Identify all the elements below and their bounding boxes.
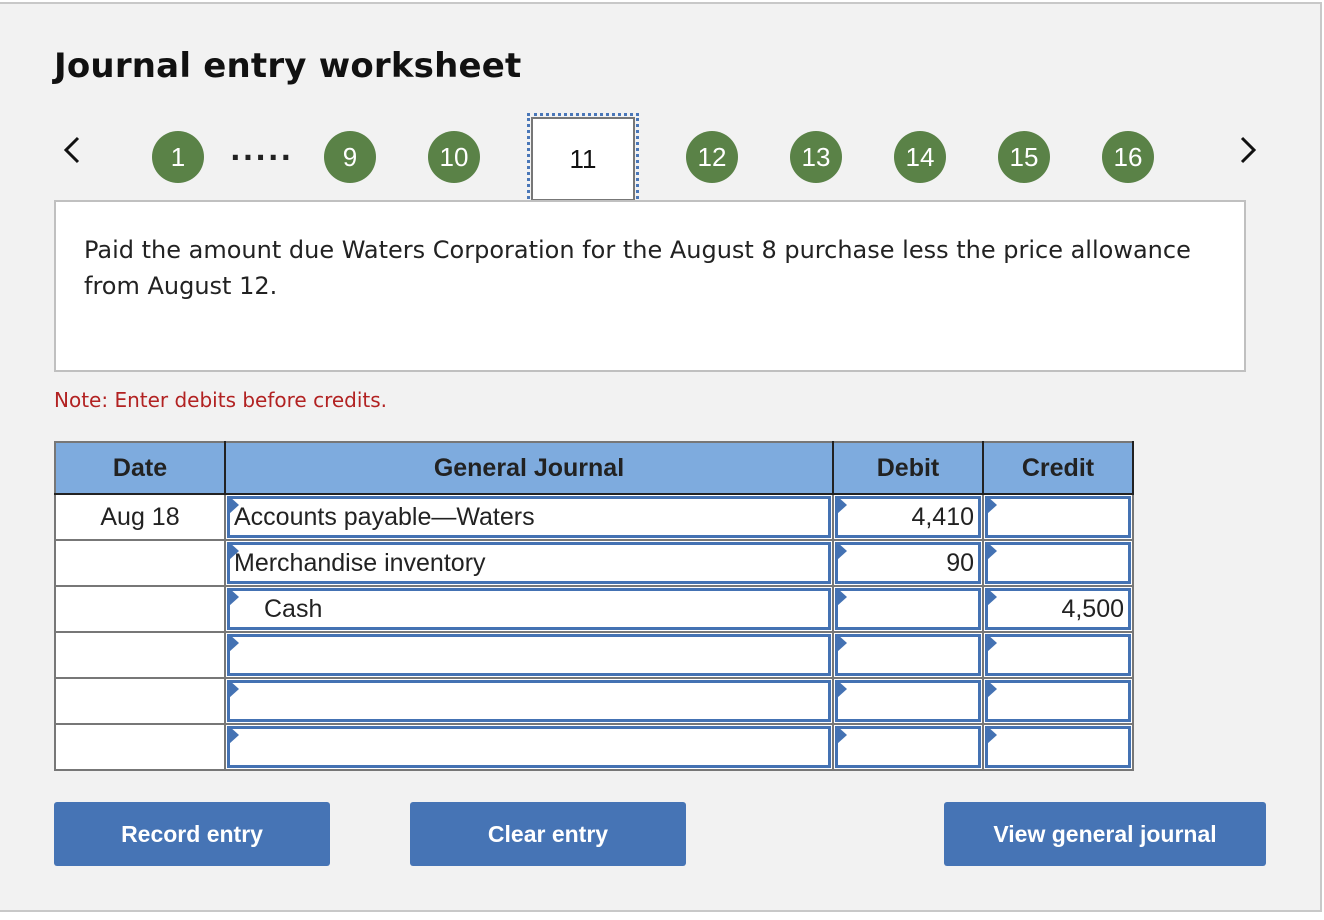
step-16[interactable]: 16 (1102, 131, 1154, 183)
dropdown-flag-icon (837, 542, 847, 560)
credit-value: 4,500 (1061, 594, 1124, 623)
step-10[interactable]: 10 (428, 131, 480, 183)
credit-input[interactable] (985, 542, 1131, 584)
dropdown-flag-icon (987, 542, 997, 560)
dropdown-flag-icon (987, 680, 997, 698)
account-input[interactable]: Accounts payable—Waters (227, 496, 831, 538)
debit-input[interactable] (835, 680, 981, 722)
instruction-note: Note: Enter debits before credits. (54, 388, 388, 412)
worksheet-panel: Journal entry worksheet 1 ..... 9 10 11 … (0, 2, 1322, 912)
debit-value: 4,410 (911, 502, 974, 531)
debit-input[interactable] (835, 588, 981, 630)
step-14[interactable]: 14 (894, 131, 946, 183)
account-input[interactable] (227, 680, 831, 722)
table-row: Merchandise inventory 90 (54, 539, 1134, 587)
date-cell (54, 723, 226, 771)
record-entry-button[interactable]: Record entry (54, 802, 330, 866)
table-row (54, 631, 1134, 679)
table-row (54, 723, 1134, 771)
table-row: Aug 18 Accounts payable—Waters 4,410 (54, 493, 1134, 541)
step-12[interactable]: 12 (686, 131, 738, 183)
step-1[interactable]: 1 (152, 131, 204, 183)
credit-input[interactable] (985, 726, 1131, 768)
step-11-current[interactable]: 11 (527, 113, 639, 205)
account-value: Cash (264, 594, 323, 623)
dropdown-flag-icon (229, 588, 239, 606)
dropdown-flag-icon (837, 496, 847, 514)
col-header-debit: Debit (832, 441, 984, 495)
next-arrow-button[interactable] (1232, 132, 1262, 168)
date-cell (54, 631, 226, 679)
col-header-credit: Credit (982, 441, 1134, 495)
account-value: Merchandise inventory (234, 548, 486, 577)
dropdown-flag-icon (837, 726, 847, 744)
journal-table: Date General Journal Debit Credit Aug 18… (54, 441, 1134, 771)
table-row (54, 677, 1134, 725)
chevron-right-icon (1240, 136, 1257, 164)
debit-value: 90 (946, 548, 974, 577)
dropdown-flag-icon (987, 496, 997, 514)
debit-input[interactable] (835, 634, 981, 676)
credit-input[interactable]: 4,500 (985, 588, 1131, 630)
clear-entry-button[interactable]: Clear entry (410, 802, 686, 866)
debit-input[interactable]: 4,410 (835, 496, 981, 538)
pager-ellipsis: ..... (230, 134, 294, 167)
dropdown-flag-icon (837, 634, 847, 652)
date-cell: Aug 18 (54, 493, 226, 541)
account-input[interactable] (227, 634, 831, 676)
debit-input[interactable] (835, 726, 981, 768)
dropdown-flag-icon (229, 726, 239, 744)
dropdown-flag-icon (837, 588, 847, 606)
debit-input[interactable]: 90 (835, 542, 981, 584)
dropdown-flag-icon (229, 496, 239, 514)
dropdown-flag-icon (229, 680, 239, 698)
dropdown-flag-icon (229, 634, 239, 652)
credit-input[interactable] (985, 680, 1131, 722)
dropdown-flag-icon (987, 634, 997, 652)
prev-arrow-button[interactable] (58, 132, 88, 168)
account-input[interactable] (227, 726, 831, 768)
step-13[interactable]: 13 (790, 131, 842, 183)
page-title: Journal entry worksheet (54, 46, 522, 86)
credit-input[interactable] (985, 496, 1131, 538)
table-header-row: Date General Journal Debit Credit (54, 441, 1134, 495)
dropdown-flag-icon (987, 726, 997, 744)
dropdown-flag-icon (229, 542, 239, 560)
date-cell (54, 677, 226, 725)
date-cell (54, 585, 226, 633)
view-general-journal-button[interactable]: View general journal (944, 802, 1266, 866)
dropdown-flag-icon (987, 588, 997, 606)
account-input[interactable]: Merchandise inventory (227, 542, 831, 584)
transaction-description: Paid the amount due Waters Corporation f… (54, 200, 1246, 372)
credit-input[interactable] (985, 634, 1131, 676)
account-value: Accounts payable—Waters (234, 502, 535, 531)
col-header-date: Date (54, 441, 226, 495)
date-cell (54, 539, 226, 587)
dropdown-flag-icon (837, 680, 847, 698)
table-row: Cash 4,500 (54, 585, 1134, 633)
step-15[interactable]: 15 (998, 131, 1050, 183)
chevron-left-icon (63, 136, 80, 164)
col-header-general-journal: General Journal (224, 441, 834, 495)
account-input[interactable]: Cash (227, 588, 831, 630)
step-9[interactable]: 9 (324, 131, 376, 183)
